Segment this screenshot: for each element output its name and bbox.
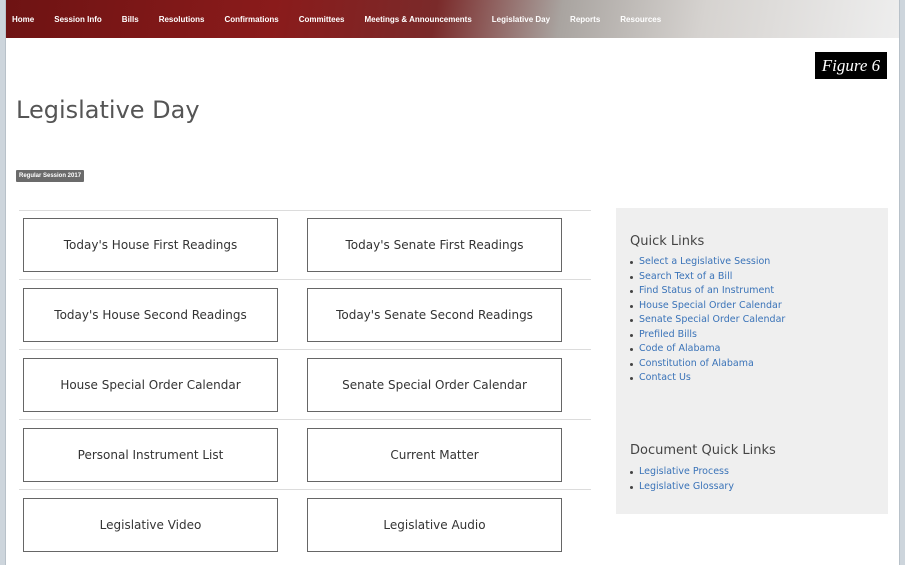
quick-link[interactable]: Search Text of a Bill [630, 270, 800, 285]
nav-reports[interactable]: Reports [570, 15, 600, 24]
main-nav: Home Session Info Bills Resolutions Conf… [6, 0, 899, 38]
nav-home[interactable]: Home [12, 15, 34, 24]
row-divider [19, 349, 591, 350]
legislative-video-button[interactable]: Legislative Video [23, 498, 278, 552]
figure-label: Figure 6 [815, 52, 887, 79]
quick-links-panel: Quick Links Select a Legislative Session… [616, 208, 888, 514]
row-divider [19, 210, 591, 211]
browser-page: Home Session Info Bills Resolutions Conf… [6, 0, 899, 565]
quick-link[interactable]: Constitution of Alabama [630, 357, 800, 372]
page-title: Legislative Day [16, 96, 200, 124]
nav-bills[interactable]: Bills [122, 15, 139, 24]
quick-link[interactable]: Prefiled Bills [630, 328, 800, 343]
house-special-order-button[interactable]: House Special Order Calendar [23, 358, 278, 412]
document-quick-links-heading: Document Quick Links [630, 443, 776, 458]
nav-resources[interactable]: Resources [620, 15, 661, 24]
senate-second-readings-button[interactable]: Today's Senate Second Readings [307, 288, 562, 342]
quick-link[interactable]: House Special Order Calendar [630, 299, 800, 314]
current-matter-button[interactable]: Current Matter [307, 428, 562, 482]
nav-confirmations[interactable]: Confirmations [224, 15, 278, 24]
row-divider [19, 419, 591, 420]
quick-link[interactable]: Code of Alabama [630, 342, 800, 357]
nav-legislative-day[interactable]: Legislative Day [492, 15, 550, 24]
senate-special-order-button[interactable]: Senate Special Order Calendar [307, 358, 562, 412]
legislative-audio-button[interactable]: Legislative Audio [307, 498, 562, 552]
nav-resolutions[interactable]: Resolutions [159, 15, 205, 24]
quick-link[interactable]: Find Status of an Instrument [630, 284, 800, 299]
house-second-readings-button[interactable]: Today's House Second Readings [23, 288, 278, 342]
personal-instrument-list-button[interactable]: Personal Instrument List [23, 428, 278, 482]
quick-link[interactable]: Senate Special Order Calendar [630, 313, 800, 328]
quick-link[interactable]: Contact Us [630, 371, 800, 386]
session-badge[interactable]: Regular Session 2017 [16, 170, 85, 182]
row-divider [19, 489, 591, 490]
document-quick-link[interactable]: Legislative Process [630, 465, 800, 480]
quick-link[interactable]: Select a Legislative Session [630, 255, 800, 270]
row-divider [19, 279, 591, 280]
quick-links-list: Select a Legislative Session Search Text… [630, 255, 800, 386]
house-first-readings-button[interactable]: Today's House First Readings [23, 218, 278, 272]
document-quick-links-list: Legislative Process Legislative Glossary [630, 465, 800, 494]
nav-committees[interactable]: Committees [299, 15, 345, 24]
quick-links-heading: Quick Links [630, 234, 705, 249]
nav-session-info[interactable]: Session Info [54, 15, 102, 24]
nav-meetings[interactable]: Meetings & Announcements [365, 15, 472, 24]
document-quick-link[interactable]: Legislative Glossary [630, 480, 800, 495]
senate-first-readings-button[interactable]: Today's Senate First Readings [307, 218, 562, 272]
